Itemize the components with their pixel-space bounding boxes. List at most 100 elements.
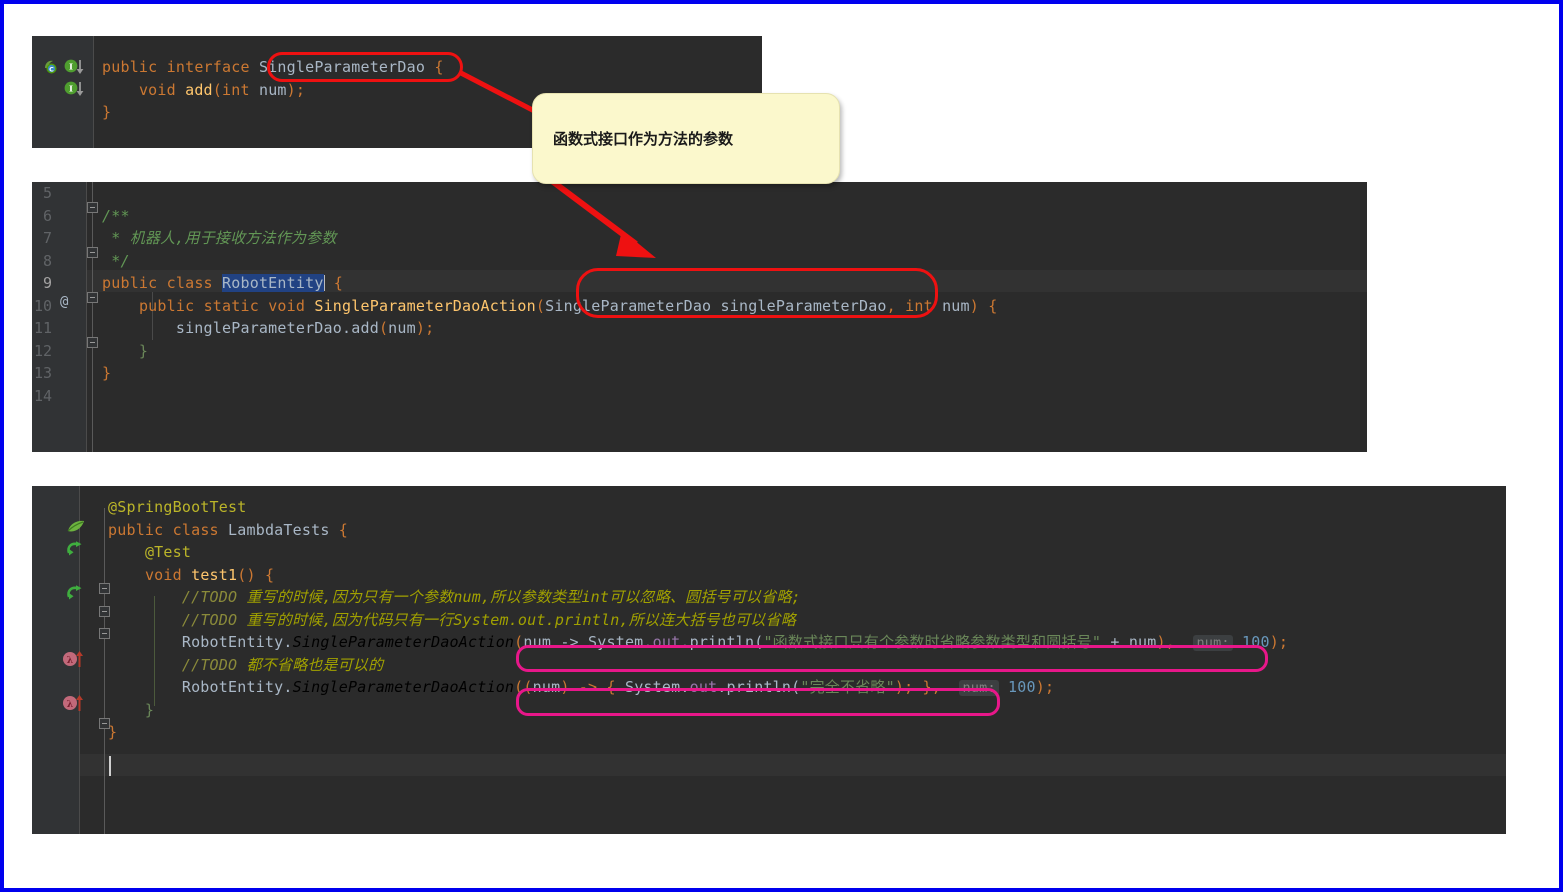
- run-test-class-icon[interactable]: [66, 540, 82, 556]
- code-token: (: [535, 296, 546, 315]
- code-token: public: [138, 296, 204, 315]
- code-token: () {: [237, 565, 275, 584]
- line-number: 12: [33, 341, 52, 360]
- code-token: out: [689, 678, 718, 696]
- code-token: .println(: [717, 678, 801, 696]
- code-token: SingleParameterDaoAction: [292, 633, 515, 651]
- code-token: {: [324, 274, 344, 292]
- code-token: (: [378, 319, 389, 337]
- code-token: */: [102, 251, 130, 270]
- code-token: singleParameterDao: [102, 319, 342, 337]
- code-token: ((: [514, 678, 533, 696]
- fold-marker-method-end[interactable]: [87, 337, 98, 348]
- code-token: System: [624, 678, 681, 696]
- code-token: num: [258, 80, 287, 99]
- code-token: .: [283, 633, 293, 651]
- code-token: }: [102, 341, 149, 360]
- current-line-highlight-3: [80, 754, 1506, 776]
- lambda-override-up-icon[interactable]: λ: [62, 650, 83, 667]
- implemented-down-icon-2[interactable]: I: [64, 81, 84, 97]
- line-number: 13: [33, 364, 52, 382]
- code-token: void: [138, 80, 186, 99]
- svg-text:C: C: [49, 65, 54, 73]
- code-token: add: [351, 319, 379, 337]
- line-numbers-2: 5 6 7 8 9 10 11 12 13 14: [32, 182, 52, 407]
- inlay-parameter-hint: num:: [1193, 635, 1233, 651]
- fold-marker-method-box[interactable]: [87, 292, 98, 303]
- code-token: void: [144, 565, 192, 584]
- code-token: static: [203, 296, 269, 315]
- lambda-override-up-icon-2[interactable]: λ: [62, 694, 83, 711]
- code-token: }: [102, 364, 112, 382]
- code-token: .println(: [680, 633, 764, 651]
- text-caret: [109, 756, 111, 776]
- line-number: 5: [42, 184, 52, 202]
- inlay-parameter-hint: num:: [959, 680, 999, 696]
- code-token: .: [283, 678, 293, 696]
- interface-marker-icon[interactable]: C: [42, 58, 58, 74]
- code-token: System: [588, 633, 644, 651]
- code-token: }: [108, 700, 155, 719]
- fold-marker-comment-end[interactable]: [87, 247, 98, 258]
- line-number: 6: [42, 206, 52, 225]
- code-token: +: [1101, 633, 1129, 651]
- code-token: add: [185, 80, 213, 99]
- fold-rail-2: [92, 182, 93, 452]
- code-token: );: [286, 80, 306, 99]
- svg-text:λ: λ: [67, 699, 74, 710]
- run-test-method-icon[interactable]: [66, 584, 82, 600]
- svg-text:λ: λ: [67, 655, 74, 666]
- code-token: //TODO: [181, 588, 247, 606]
- line-number: 9: [42, 274, 52, 292]
- code-token: RobotEntity: [108, 678, 284, 696]
- code-panel-lambda-tests: λ λ @SpringBootTest public class LambdaTe…: [32, 486, 1506, 834]
- code-token: /**: [102, 206, 130, 225]
- code-token: }: [102, 103, 112, 121]
- code-token: ),: [1156, 633, 1175, 651]
- code-token: RobotEntity: [222, 274, 324, 292]
- annotation-callout: 函数式接口作为方法的参数: [532, 93, 840, 184]
- code-token: {: [425, 58, 444, 76]
- code-token: SingleParameterDaoAction: [292, 678, 515, 696]
- code-token: "完全不省略": [800, 678, 895, 696]
- svg-text:I: I: [69, 62, 73, 72]
- code-token: out: [652, 633, 681, 651]
- screenshot-stage: C I I public interface SingleParameterDa…: [4, 4, 1559, 888]
- code-token: int: [222, 80, 259, 99]
- code-token: test1: [191, 565, 238, 584]
- code-token: .: [643, 633, 653, 651]
- code-token: void: [268, 296, 315, 315]
- code-token: SingleParameterDaoAction: [314, 296, 536, 315]
- code-token: );: [1269, 633, 1289, 651]
- fold-marker-comment[interactable]: [87, 202, 98, 213]
- code-token: "函数式接口只有个参数时省略参数类型和圆括号": [763, 633, 1102, 651]
- implemented-down-icon[interactable]: I: [64, 59, 84, 75]
- line-number: 8: [42, 251, 52, 270]
- code-token: class: [172, 520, 229, 539]
- code-token: int: [905, 296, 943, 315]
- code-token: ); },: [894, 678, 941, 696]
- code-token: }: [108, 723, 118, 741]
- line-number: 14: [33, 386, 52, 405]
- code-token: SingleParameterDao singleParameterDao: [545, 296, 887, 315]
- code-token: interface: [166, 58, 259, 76]
- at-override-marker: @: [60, 294, 69, 310]
- code-token: num: [532, 678, 561, 696]
- code-token: * 机器人,用于接收方法作为参数: [102, 229, 337, 247]
- code-token: RobotEntity: [108, 633, 284, 651]
- code-token: num: [942, 296, 970, 315]
- code-token: @Test: [144, 543, 192, 561]
- code-token: public: [108, 520, 173, 539]
- spring-leaf-icon[interactable]: [66, 518, 84, 534]
- code-token: (: [212, 80, 223, 99]
- code-token: public: [102, 274, 167, 292]
- svg-text:I: I: [69, 84, 73, 94]
- code-token: LambdaTests: [228, 520, 330, 539]
- argument-value: 100: [998, 678, 1036, 696]
- fold-rail-3: [104, 508, 105, 834]
